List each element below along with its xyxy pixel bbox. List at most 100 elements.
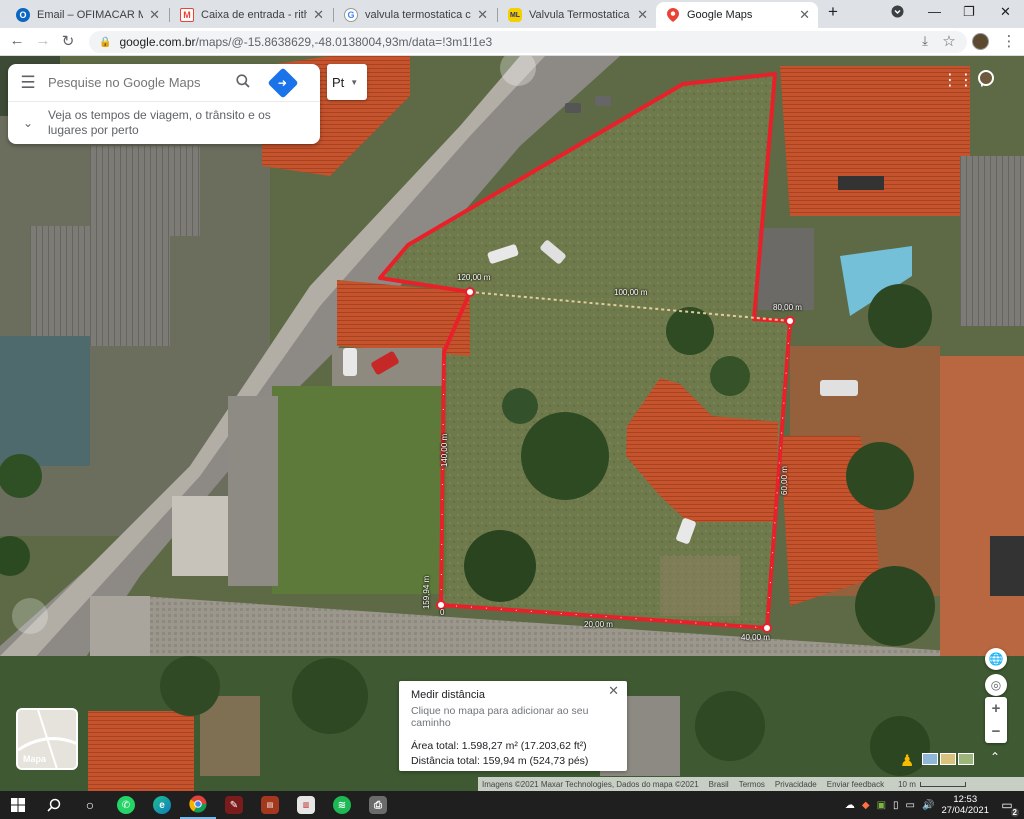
tab-search-icon[interactable] [891, 5, 904, 21]
tab-title: Google Maps [687, 9, 753, 21]
app-white-icon[interactable]: ▥ [288, 791, 324, 819]
imagery-credit: Imagens ©2021 Maxar Technologies, Dados … [482, 779, 699, 789]
measure-area: Área total: 1.598,27 m² (17.203,62 ft²) [411, 740, 587, 752]
privacy-link[interactable]: Privacidade [775, 780, 817, 789]
whatsapp-icon[interactable]: ✆ [108, 791, 144, 819]
volume-icon[interactable]: 🔊 [922, 800, 934, 811]
distance-label-0: 0 [440, 608, 445, 617]
tab-title: Caixa de entrada - rithiely [201, 9, 308, 21]
security-icon[interactable]: ◆ [862, 800, 870, 811]
chevron-down-icon[interactable]: ⌄ [8, 116, 48, 130]
map-footer: Imagens ©2021 Maxar Technologies, Dados … [478, 777, 1024, 791]
close-tab-icon[interactable]: ✕ [477, 7, 488, 23]
task-view-icon[interactable]: ○ [72, 791, 108, 819]
zoom-controls: + − [985, 697, 1007, 743]
system-tray: ☁ ◆ ▣ ▯ ▭ 🔊 12:53 27/04/2021 ▭ 2 [845, 791, 1024, 819]
distance-label-40: 40,00 m [741, 633, 770, 642]
edge-icon[interactable]: e [144, 791, 180, 819]
close-tab-icon[interactable]: ✕ [637, 7, 648, 23]
scale-bar[interactable]: 10 m [898, 780, 966, 789]
country-link[interactable]: Brasil [709, 780, 729, 789]
tab-title: valvula termostatica chev [365, 9, 471, 21]
language-value: Pt [332, 74, 345, 90]
expand-up-icon[interactable]: ⌃ [990, 750, 1000, 764]
globe-view-button[interactable]: 🌐 [985, 648, 1007, 670]
close-window-button[interactable]: ✕ [1000, 4, 1011, 20]
gmail-icon: M [180, 8, 194, 22]
address-bar[interactable]: 🔒 google.com.br/maps/@-15.8638629,-48.01… [89, 31, 967, 53]
layer-thumbnails[interactable] [922, 753, 974, 765]
maps-pin-icon [666, 8, 680, 22]
distance-label-140: 140,00 m [440, 433, 450, 468]
distance-label-60: 60,00 m [779, 466, 789, 495]
account-avatar[interactable] [978, 70, 994, 86]
more-menu-icon[interactable]: ⋮ [999, 32, 1019, 50]
reload-icon[interactable]: ↻ [58, 32, 78, 50]
zoom-out-button[interactable]: − [992, 723, 1001, 740]
lock-icon[interactable]: 🔒 [99, 37, 111, 48]
zoom-in-button[interactable]: + [992, 700, 1001, 717]
outlook-icon: O [16, 8, 30, 22]
travel-tip-text: Veja os tempos de viagem, o trânsito e o… [48, 108, 271, 137]
map-layer-switch[interactable]: Mapa [16, 708, 78, 770]
tab-google-maps[interactable]: Google Maps ✕ [656, 2, 818, 28]
cloud-icon[interactable]: ☁ [845, 800, 855, 811]
notification-count: 2 [1010, 808, 1019, 817]
clock-date: 27/04/2021 [941, 805, 989, 816]
forward-arrow-icon[interactable]: → [33, 32, 53, 49]
search-input[interactable] [48, 75, 228, 90]
windows-taskbar: ○ ✆ e ✎ ▤ ▥ ≋ ⎙ ☁ ◆ ▣ ▯ ▭ 🔊 12:53 27/04/… [0, 791, 1024, 819]
distance-label-100: 100,00 m [614, 288, 648, 297]
terms-link[interactable]: Termos [739, 780, 765, 789]
network-icon[interactable]: ▭ [906, 800, 915, 811]
windows-start-icon[interactable] [0, 791, 36, 819]
tab-title: Email – OFIMACAR MULTI [37, 9, 144, 21]
hamburger-menu-icon[interactable]: ☰ [8, 73, 48, 93]
notification-center-icon[interactable]: ▭ 2 [996, 796, 1019, 817]
app-red-icon[interactable]: ▤ [252, 791, 288, 819]
install-app-icon[interactable]: ⤓ [915, 33, 935, 49]
spotify-icon[interactable]: ≋ [324, 791, 360, 819]
back-arrow-icon[interactable]: ← [7, 32, 27, 49]
tab-title: Valvula Termostatica Chev [529, 9, 631, 21]
system-clock[interactable]: 12:53 27/04/2021 [941, 794, 989, 816]
satellite-map[interactable]: 120,00 m 100,00 m 80,00 m 140,00 m 60,00… [0, 56, 1024, 791]
distance-label-20: 20,00 m [584, 620, 613, 629]
close-tab-icon[interactable]: ✕ [799, 7, 810, 23]
battery-icon[interactable]: ▯ [893, 800, 899, 811]
profile-avatar[interactable] [972, 33, 989, 50]
tab-google-search[interactable]: G valvula termostatica chev ✕ [334, 2, 496, 28]
pegman-icon[interactable]: ♟ [900, 751, 914, 771]
dropdown-arrow-icon: ▼ [350, 77, 359, 87]
scale-label: 10 m [898, 779, 916, 789]
bookmark-star-icon[interactable]: ☆ [939, 32, 959, 50]
tab-email[interactable]: O Email – OFIMACAR MULTI ✕ [6, 2, 168, 28]
travel-tip-row[interactable]: ⌄ Veja os tempos de viagem, o trânsito e… [8, 102, 320, 144]
distance-label-120: 120,00 m [457, 273, 491, 282]
language-select[interactable]: Pt ▼ [327, 64, 367, 100]
tab-gmail[interactable]: M Caixa de entrada - rithiely ✕ [170, 2, 332, 28]
minimize-button[interactable]: — [928, 4, 941, 19]
search-panel: ☰ ➜ ⌄ Veja os tempos de viagem, o trânsi… [8, 64, 320, 144]
new-tab-button[interactable]: + [828, 2, 838, 22]
restore-button[interactable]: ❐ [963, 4, 975, 20]
chrome-icon[interactable] [180, 791, 216, 819]
browser-toolbar: ← → ↻ 🔒 google.com.br/maps/@-15.8638629,… [0, 28, 1024, 56]
measure-distance: Distância total: 159,94 m (524,73 pés) [411, 755, 589, 767]
google-icon: G [344, 8, 358, 22]
printer-app-icon[interactable]: ⎙ [360, 791, 396, 819]
search-icon[interactable] [36, 791, 72, 819]
search-row: ☰ ➜ [8, 64, 320, 102]
close-tab-icon[interactable]: ✕ [313, 7, 324, 23]
feedback-link[interactable]: Enviar feedback [827, 780, 884, 789]
search-icon[interactable] [236, 73, 250, 92]
browser-tab-strip: O Email – OFIMACAR MULTI ✕ M Caixa de en… [0, 0, 1024, 28]
my-location-button[interactable]: ◎ [985, 674, 1007, 696]
close-icon[interactable]: ✕ [608, 683, 619, 699]
tab-mercadolivre[interactable]: ML Valvula Termostatica Chev ✕ [498, 2, 656, 28]
tool-app-icon[interactable]: ✎ [216, 791, 252, 819]
app-tray-icon[interactable]: ▣ [877, 800, 886, 811]
close-tab-icon[interactable]: ✕ [149, 7, 160, 23]
measure-distance-card: ✕ Medir distância Clique no mapa para ad… [399, 681, 627, 771]
directions-icon[interactable]: ➜ [267, 66, 299, 99]
